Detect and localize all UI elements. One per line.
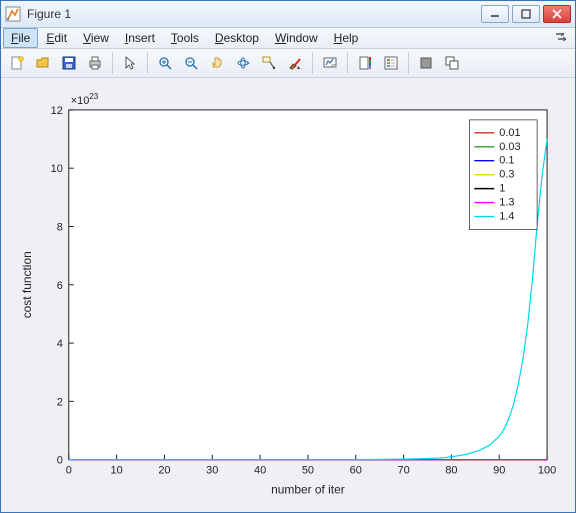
- legend-entry[interactable]: 0.1: [499, 154, 514, 166]
- y-tick-label: 10: [51, 163, 63, 175]
- open-icon[interactable]: [31, 51, 55, 75]
- menu-insert[interactable]: Insert: [117, 28, 163, 48]
- y-tick-label: 0: [57, 454, 63, 466]
- save-icon[interactable]: [57, 51, 81, 75]
- maximize-button[interactable]: [512, 5, 540, 23]
- pan-icon[interactable]: [205, 51, 229, 75]
- link-plot-icon[interactable]: [318, 51, 342, 75]
- x-tick-label: 60: [350, 464, 362, 476]
- x-tick-label: 40: [254, 464, 266, 476]
- x-tick-label: 100: [538, 464, 556, 476]
- menu-edit[interactable]: Edit: [38, 28, 75, 48]
- toolbar-separator: [112, 52, 113, 74]
- chart[interactable]: 0 10 20 30 40 50 60 70 80 90 100 0 2 4 6 8 10 12 ×1023 n…: [9, 86, 567, 505]
- y-tick-label: 8: [57, 221, 63, 233]
- x-tick-label: 20: [158, 464, 170, 476]
- legend-entry[interactable]: 1.3: [499, 196, 514, 208]
- toolbar-separator: [408, 52, 409, 74]
- x-tick-label: 70: [397, 464, 409, 476]
- x-tick-label: 80: [445, 464, 457, 476]
- print-icon[interactable]: [83, 51, 107, 75]
- close-button[interactable]: [543, 5, 571, 23]
- x-tick-label: 30: [206, 464, 218, 476]
- legend-entry[interactable]: 1: [499, 182, 505, 194]
- x-axis-label: number of iter: [271, 482, 345, 496]
- window-buttons: [481, 5, 571, 23]
- titlebar[interactable]: Figure 1: [1, 1, 575, 28]
- menu-file[interactable]: File: [3, 28, 38, 48]
- figure-window: Figure 1 File Edit View Insert Tools Des…: [0, 0, 576, 513]
- legend-entry[interactable]: 0.03: [499, 140, 520, 152]
- insert-colorbar-icon[interactable]: [353, 51, 377, 75]
- legend-entry[interactable]: 0.01: [499, 126, 520, 138]
- data-cursor-icon[interactable]: [257, 51, 281, 75]
- menu-help[interactable]: Help: [326, 28, 367, 48]
- menubar: File Edit View Insert Tools Desktop Wind…: [1, 28, 575, 49]
- zoom-in-icon[interactable]: [153, 51, 177, 75]
- pointer-icon[interactable]: [118, 51, 142, 75]
- show-plot-tools-icon[interactable]: [440, 51, 464, 75]
- y-tick-label: 6: [57, 279, 63, 291]
- legend[interactable]: 0.01 0.03 0.1 0.3 1 1.3 1.4: [469, 119, 537, 229]
- y-axis-label: cost function: [20, 251, 34, 318]
- zoom-out-icon[interactable]: [179, 51, 203, 75]
- legend-entry[interactable]: 1.4: [499, 210, 514, 222]
- new-figure-icon[interactable]: [5, 51, 29, 75]
- x-tick-label: 90: [493, 464, 505, 476]
- hide-plot-tools-icon[interactable]: [414, 51, 438, 75]
- rotate3d-icon[interactable]: [231, 51, 255, 75]
- insert-legend-icon[interactable]: [379, 51, 403, 75]
- y-tick-label: 12: [51, 104, 63, 116]
- menu-desktop[interactable]: Desktop: [207, 28, 267, 48]
- plot-area: 0 10 20 30 40 50 60 70 80 90 100 0 2 4 6 8 10 12 ×1023 n…: [1, 78, 575, 513]
- x-tick-label: 50: [302, 464, 314, 476]
- brush-icon[interactable]: [283, 51, 307, 75]
- y-exponent-label: ×1023: [71, 91, 99, 106]
- toolbar: [1, 49, 575, 78]
- y-tick-label: 2: [57, 396, 63, 408]
- legend-entry[interactable]: 0.3: [499, 168, 514, 180]
- toolbar-separator: [147, 52, 148, 74]
- app-icon: [5, 6, 21, 22]
- toolbar-separator: [312, 52, 313, 74]
- x-tick-label: 0: [66, 464, 72, 476]
- x-tick-label: 10: [111, 464, 123, 476]
- dock-menu-icon[interactable]: [553, 31, 569, 47]
- toolbar-separator: [347, 52, 348, 74]
- window-title: Figure 1: [27, 7, 481, 21]
- menu-window[interactable]: Window: [267, 28, 326, 48]
- menu-tools[interactable]: Tools: [163, 28, 207, 48]
- menu-view[interactable]: View: [75, 28, 117, 48]
- minimize-button[interactable]: [481, 5, 509, 23]
- y-tick-label: 4: [57, 338, 63, 350]
